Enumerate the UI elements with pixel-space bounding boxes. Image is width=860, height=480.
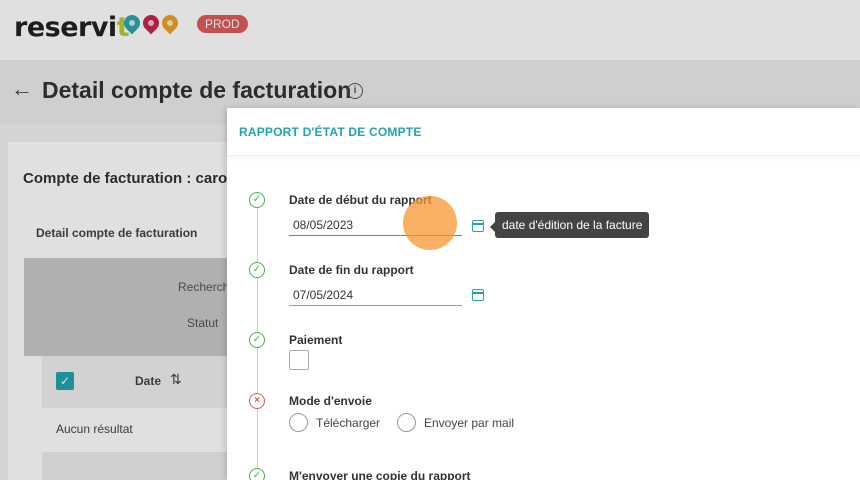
radio-download[interactable] — [289, 413, 308, 432]
end-date-label: Date de fin du rapport — [289, 263, 414, 277]
check-circle-icon: ✓ — [249, 332, 265, 348]
x-circle-icon: × — [249, 393, 265, 409]
copy-report-label: M'envoyer une copie du rapport — [289, 469, 471, 480]
radio-download-label[interactable]: Télécharger — [316, 416, 380, 430]
radio-send-by-mail-label[interactable]: Envoyer par mail — [424, 416, 514, 430]
check-circle-icon: ✓ — [249, 468, 265, 480]
tooltip: date d'édition de la facture — [489, 212, 650, 238]
calendar-icon[interactable] — [472, 220, 484, 232]
radio-send-by-mail[interactable] — [397, 413, 416, 432]
check-circle-icon: ✓ — [249, 262, 265, 278]
payment-label: Paiement — [289, 333, 343, 347]
calendar-icon[interactable] — [472, 289, 484, 301]
panel-header: RAPPORT D'ÉTAT DE COMPTE — [227, 108, 860, 156]
send-mode-label: Mode d'envoie — [289, 394, 372, 408]
account-statement-panel: RAPPORT D'ÉTAT DE COMPTE ✓ Date de début… — [227, 108, 860, 480]
panel-title: RAPPORT D'ÉTAT DE COMPTE — [239, 125, 422, 139]
payment-checkbox[interactable] — [289, 350, 309, 370]
check-circle-icon: ✓ — [249, 192, 265, 208]
end-date-input[interactable]: 07/05/2024 — [289, 284, 462, 306]
click-indicator — [403, 196, 457, 250]
